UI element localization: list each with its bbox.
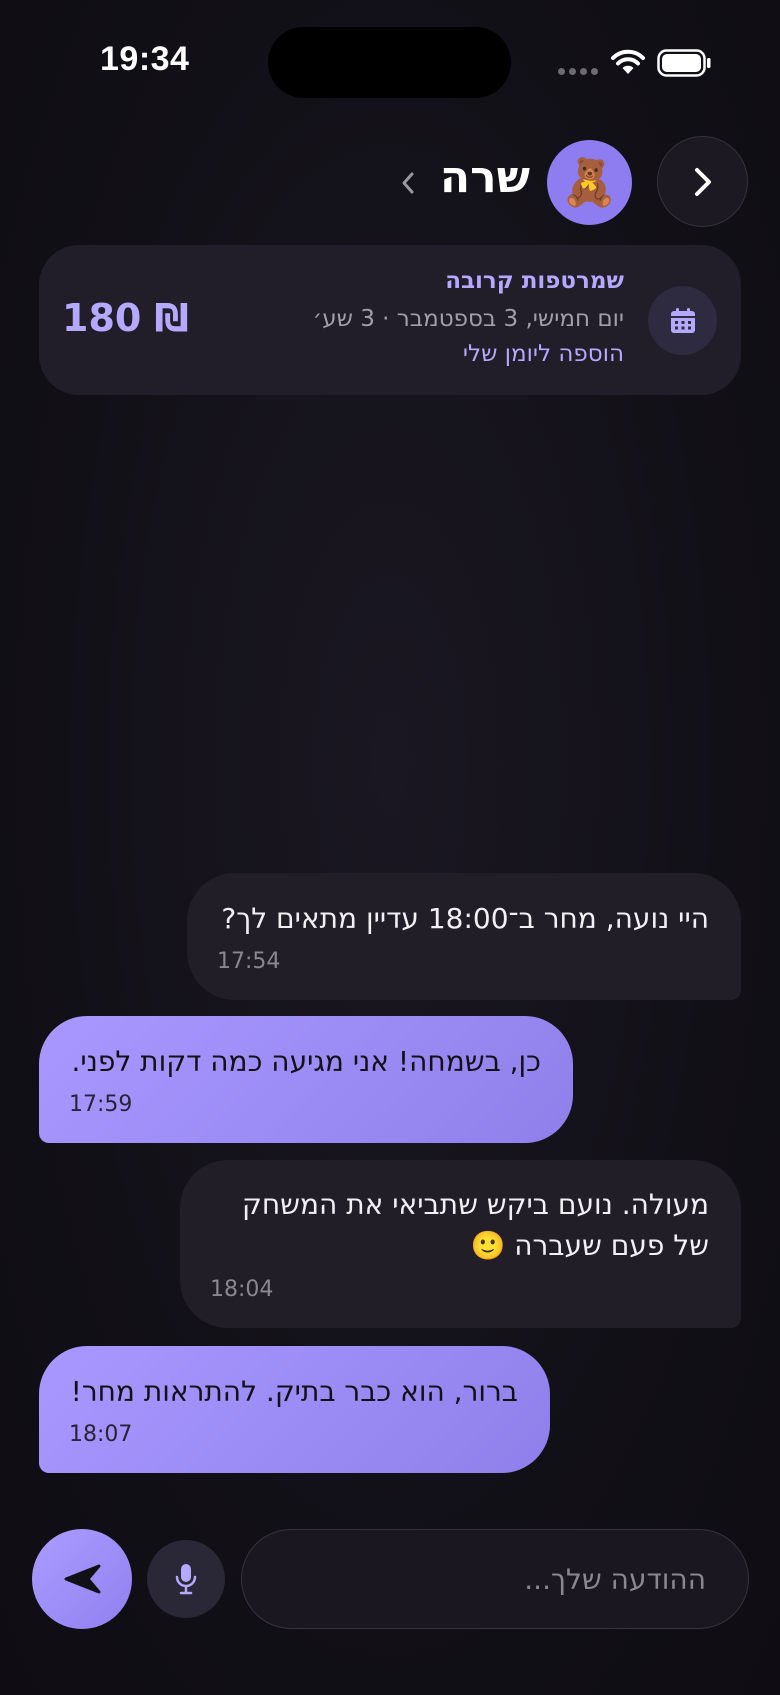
avatar[interactable]: 🧸 (547, 140, 632, 225)
message-bubble-incoming[interactable]: ברור, הוא כבר בתיק. להתראות מחר! 18:07 (39, 1346, 550, 1473)
message-bubble-outgoing[interactable]: היי נועה, מחר ב־18:00 עדיין מתאים לך? 17… (187, 873, 741, 1000)
dynamic-island (268, 27, 511, 98)
chevron-right-icon (694, 167, 711, 196)
booking-date: יום חמישי, 3 בספטמבר · 3 שע׳ (312, 306, 624, 332)
booking-price: 180 ₪ (62, 296, 189, 340)
back-button[interactable] (657, 136, 748, 227)
battery-icon (657, 49, 711, 77)
microphone-button[interactable] (147, 1540, 225, 1618)
message-text-line: של פעם שעברה 🙂 (470, 1229, 709, 1262)
calendar-badge (648, 286, 717, 355)
message-time: 18:04 (210, 1277, 274, 1302)
chevron-left-icon[interactable] (398, 170, 418, 196)
message-bubble-incoming[interactable]: כן, בשמחה! אני מגיעה כמה דקות לפני. 17:5… (39, 1016, 573, 1143)
status-time: 19:34 (100, 40, 190, 78)
send-button[interactable] (32, 1529, 132, 1629)
message-text: כן, בשמחה! אני מגיעה כמה דקות לפני. (71, 1045, 542, 1078)
message-text: ברור, הוא כבר בתיק. להתראות מחר! (70, 1375, 518, 1408)
contact-name[interactable]: שרה (440, 152, 530, 203)
microphone-icon (175, 1564, 197, 1595)
cellular-signal-icon (558, 68, 598, 75)
send-icon (64, 1564, 101, 1594)
message-time: 18:07 (69, 1422, 133, 1447)
message-time: 17:54 (217, 949, 281, 974)
message-time: 17:59 (69, 1092, 133, 1117)
message-input[interactable] (241, 1529, 749, 1629)
booking-title: שמרטפות קרובה (445, 268, 624, 294)
message-bubble-outgoing[interactable]: מעולה. נועם ביקש שתביאי את המשחק של פעם … (180, 1160, 741, 1328)
calendar-icon (670, 307, 695, 333)
message-text-line: מעולה. נועם ביקש שתביאי את המשחק (242, 1188, 709, 1221)
add-to-calendar-link[interactable]: הוספה ליומן שלי (463, 341, 624, 367)
chat-screen: 19:34 🧸 שרה שמרטפות קרובה יום חמישי, 3 ב… (0, 0, 780, 1695)
message-text: היי נועה, מחר ב־18:00 עדיין מתאים לך? (221, 902, 709, 935)
wifi-icon (611, 49, 645, 74)
